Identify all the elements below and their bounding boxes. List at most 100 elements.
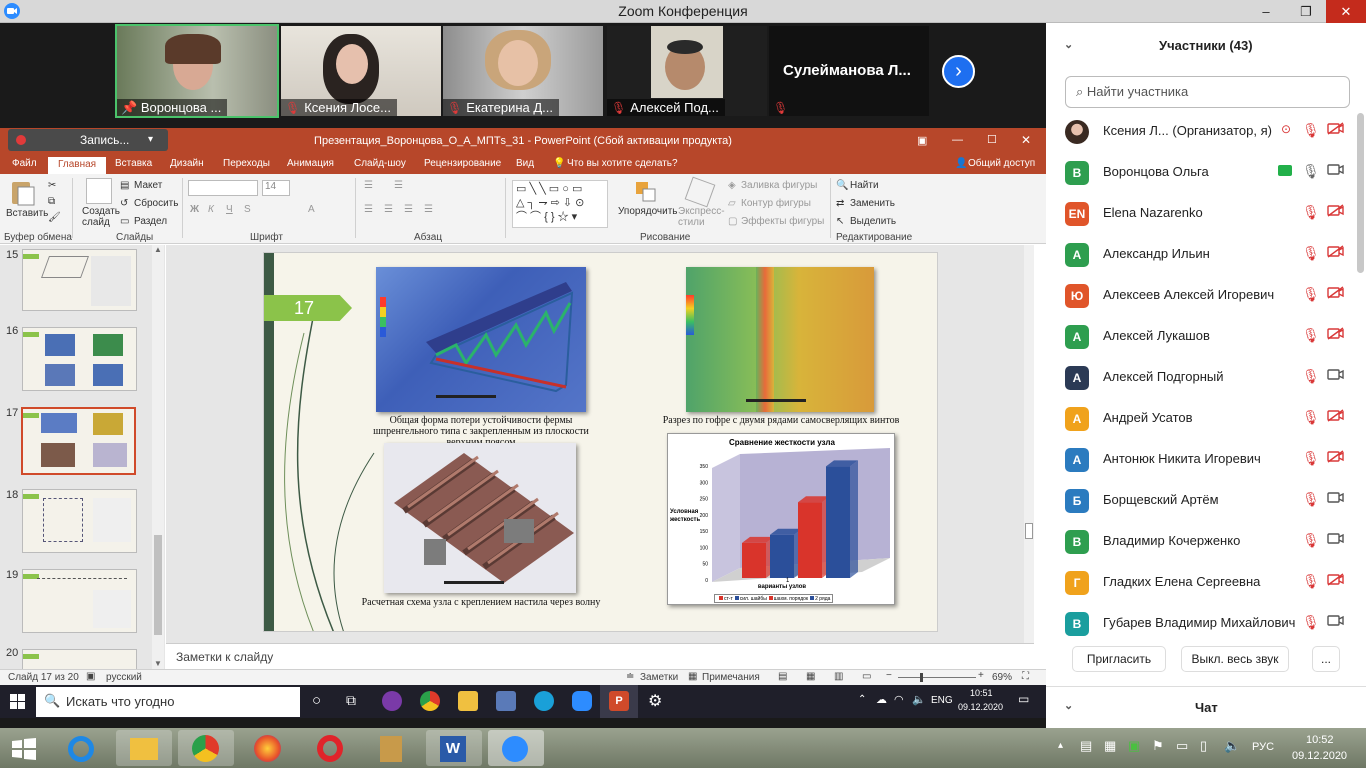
video-tile-vorontsova[interactable]: 📌 Воронцова ...: [115, 24, 279, 118]
participant-row[interactable]: А Алексей Подгорный 🎙: [1046, 357, 1356, 398]
taskbar-search[interactable]: 🔍 Искать что угодно: [36, 687, 300, 717]
slide-scrollbar[interactable]: [1024, 245, 1034, 643]
slideshow-view-icon[interactable]: ▭: [862, 671, 871, 682]
windows-start-icon[interactable]: [12, 738, 36, 760]
firefox-icon[interactable]: [240, 730, 296, 766]
zoom-app-icon[interactable]: [572, 691, 592, 711]
video-tile-aleksey[interactable]: 🎙 Алексей Под...: [607, 26, 767, 116]
participant-row[interactable]: В Владимир Кочерженко 🎙: [1046, 521, 1356, 562]
mic-muted-icon[interactable]: 🎙: [1302, 614, 1320, 631]
tab-design[interactable]: Дизайн: [170, 158, 204, 169]
notes-pane[interactable]: Заметки к слайду: [166, 643, 1034, 669]
mic-muted-icon[interactable]: 🎙: [1302, 491, 1320, 508]
clock-time[interactable]: 10:52: [1306, 734, 1334, 746]
participant-row[interactable]: EN Elena Nazarenko 🎙: [1046, 193, 1356, 234]
ribbon-display-icon[interactable]: ▣: [917, 134, 927, 147]
slide-thumbnail[interactable]: [22, 489, 137, 553]
shape-effects-button[interactable]: Эффекты фигуры: [741, 216, 824, 227]
nvidia-icon[interactable]: ▣: [1128, 738, 1140, 754]
video-on-icon[interactable]: [1327, 614, 1344, 627]
tab-insert[interactable]: Вставка: [115, 158, 152, 169]
reset-button[interactable]: Сбросить: [134, 198, 178, 209]
quick-styles-button[interactable]: Экспресс-стили: [678, 206, 725, 228]
participant-row[interactable]: А Андрей Усатов 🎙: [1046, 398, 1356, 439]
participant-row[interactable]: В Губарев Владимир Михайлович 🎙: [1046, 603, 1356, 641]
participant-row[interactable]: А Антонюк Никита Игоревич 🎙: [1046, 439, 1356, 480]
fit-slide-icon[interactable]: ⛶: [1022, 671, 1029, 682]
invite-button[interactable]: Пригласить: [1072, 646, 1166, 672]
shapes-gallery[interactable]: ▭ ╲ ╲ ▭ ○ ▭ △ ┐ ⇁ ⇨ ⇩ ⊙ ⌒ ⌒ { } ☆ ▾: [512, 180, 608, 228]
thumbnail-scrollbar[interactable]: ▲ ▼: [152, 245, 164, 670]
gallery-next-button[interactable]: ›: [942, 55, 975, 88]
input-language[interactable]: РУС: [1252, 741, 1274, 753]
mic-muted-icon[interactable]: 🎙: [1302, 532, 1320, 549]
spellcheck-icon[interactable]: ▣: [86, 671, 95, 682]
reading-view-icon[interactable]: ▥: [834, 671, 843, 682]
zoom-in-icon[interactable]: +: [978, 670, 984, 681]
new-slide-button[interactable]: Создать слайд: [82, 206, 120, 228]
format-painter-icon[interactable]: 🖌: [48, 212, 61, 223]
video-off-icon[interactable]: [1327, 245, 1344, 258]
tray-app-icon[interactable]: ▤: [1080, 738, 1092, 754]
video-off-icon[interactable]: [1327, 409, 1344, 422]
ie-icon[interactable]: [54, 730, 110, 766]
video-off-icon[interactable]: [1327, 204, 1344, 217]
slide-thumbnail[interactable]: [22, 249, 137, 311]
notes-toggle[interactable]: Заметки: [640, 672, 678, 683]
mic-muted-icon[interactable]: 🎙: [1302, 327, 1320, 344]
video-on-icon[interactable]: [1327, 368, 1344, 381]
collapse-chevron-icon[interactable]: ⌄: [1064, 38, 1073, 51]
collapse-chevron-icon[interactable]: ⌄: [1064, 699, 1073, 712]
participant-search-input[interactable]: ⌕ Найти участника: [1065, 76, 1350, 108]
bold-icon[interactable]: Ж: [190, 204, 199, 215]
zoom-slider[interactable]: [898, 677, 976, 678]
align-right-icon[interactable]: ☰: [404, 204, 413, 215]
app-icon[interactable]: [496, 691, 516, 711]
opera-icon[interactable]: [302, 730, 358, 766]
zoom-taskbar-icon[interactable]: [488, 730, 544, 766]
paste-icon[interactable]: [8, 178, 40, 206]
video-tile-suleymanova[interactable]: Сулейманова Л... 🎙: [769, 26, 929, 116]
volume-icon[interactable]: 🔈: [1224, 738, 1240, 754]
clock-date[interactable]: 09.12.2020: [1292, 750, 1347, 762]
archive-icon[interactable]: [364, 730, 420, 766]
clock-time[interactable]: 10:51: [970, 688, 993, 698]
new-slide-icon[interactable]: [86, 178, 112, 204]
find-button[interactable]: Найти: [850, 180, 879, 191]
participant-row[interactable]: Ю Алексеев Алексей Игоревич 🎙: [1046, 275, 1356, 316]
cortana-icon[interactable]: ○: [312, 692, 321, 709]
participant-row[interactable]: В Воронцова Ольга 🎙: [1046, 152, 1356, 193]
windows-start-icon[interactable]: [10, 694, 25, 709]
bullets-icon[interactable]: ☰: [364, 180, 373, 191]
video-on-icon[interactable]: [1327, 491, 1344, 504]
participant-list-scrollbar[interactable]: [1357, 111, 1365, 641]
mic-muted-icon[interactable]: 🎙: [1302, 409, 1320, 426]
language-indicator[interactable]: русский: [106, 672, 142, 683]
normal-view-icon[interactable]: ▤: [778, 671, 787, 682]
explorer-icon[interactable]: [116, 730, 172, 766]
close-button[interactable]: ✕: [1326, 0, 1366, 23]
tray-expand-icon[interactable]: ⌃: [858, 694, 866, 705]
font-size-field[interactable]: 14: [262, 180, 290, 196]
mute-all-button[interactable]: Выкл. весь звук: [1181, 646, 1289, 672]
mic-muted-icon[interactable]: 🎙: [1302, 368, 1320, 385]
share-button[interactable]: Общий доступ: [968, 158, 1035, 169]
video-off-icon[interactable]: [1327, 450, 1344, 463]
replace-button[interactable]: Заменить: [850, 198, 895, 209]
video-off-icon[interactable]: [1327, 286, 1344, 299]
italic-icon[interactable]: К: [208, 204, 214, 215]
mic-muted-icon[interactable]: 🎙: [1302, 245, 1320, 262]
tab-review[interactable]: Рецензирование: [424, 158, 501, 169]
select-button[interactable]: Выделить: [850, 216, 896, 227]
tell-me-search[interactable]: Что вы хотите сделать?: [567, 158, 678, 169]
video-off-icon[interactable]: [1327, 573, 1344, 586]
participant-row[interactable]: Б Борщевский Артём 🎙: [1046, 480, 1356, 521]
mic-muted-icon[interactable]: 🎙: [1302, 204, 1320, 221]
mic-muted-icon[interactable]: 🎙: [1302, 450, 1320, 467]
video-off-icon[interactable]: [1327, 327, 1344, 340]
input-language[interactable]: ENG: [931, 695, 953, 706]
chrome-icon[interactable]: [178, 730, 234, 766]
current-slide[interactable]: 17 Общая форма потери устойчивости фермы…: [263, 252, 938, 632]
underline-icon[interactable]: Ч: [226, 204, 233, 215]
powerpoint-taskbar-active[interactable]: P: [600, 685, 638, 718]
